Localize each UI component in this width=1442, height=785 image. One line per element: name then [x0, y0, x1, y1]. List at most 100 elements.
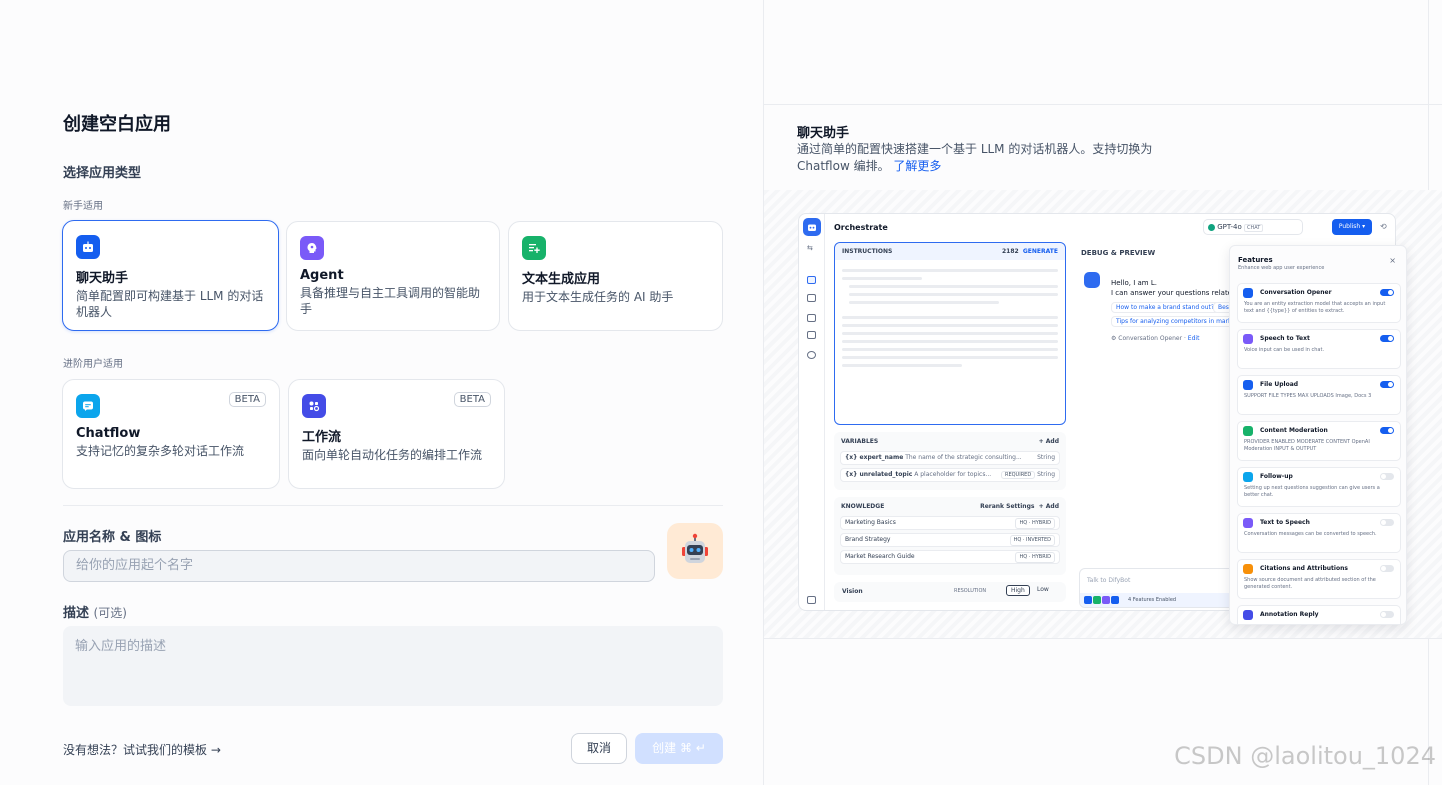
app-type-name: 工作流 [302, 430, 342, 445]
preview-description: 通过简单的配置快速搭建一个基于 LLM 的对话机器人。支持切换为 Chatflo… [797, 141, 1177, 175]
feature-desc: Setting up next questions suggestion can… [1244, 485, 1380, 498]
text-placeholder-line [849, 293, 1058, 296]
beginner-group-label: 新手适用 [63, 201, 103, 212]
knowledge-header: KNOWLEDGE Rerank Settings + Add [834, 497, 1066, 513]
feature-card-speech-to-text: Speech to Text Voice input can be used i… [1237, 329, 1401, 369]
feature-card-file-upload: File Upload SUPPORT FILE TYPES MAX UPLOA… [1237, 375, 1401, 415]
optional-hint: (可选) [93, 606, 127, 620]
knowledge-name: Marketing Basics [845, 519, 896, 526]
text-placeholder-line [849, 301, 999, 304]
knowledge-row: Brand Strategy HQ · INVERTED [840, 533, 1060, 547]
speaker-icon [1243, 518, 1253, 528]
beta-badge: BETA [453, 392, 491, 407]
app-type-desc: 用于文本生成任务的 AI 助手 [522, 290, 674, 304]
swap-icon: ⇆ [807, 244, 813, 252]
learn-more-link[interactable]: 了解更多 [893, 159, 941, 173]
debug-preview-title: DEBUG & PREVIEW [1081, 249, 1156, 257]
knowledge-tag: HQ · HYBRID [1015, 552, 1055, 563]
text-placeholder-line [842, 364, 962, 367]
preview-title: 聊天助手 [797, 126, 850, 141]
feature-card-content-moderation: Content Moderation PROVIDER ENABLED MODE… [1237, 421, 1401, 461]
feature-desc: PROVIDER ENABLED MODERATE CONTENT OpenAI… [1244, 439, 1370, 452]
feature-card-follow-up: Follow-up Setting up next questions sugg… [1237, 467, 1401, 507]
feature-desc: You are an entity extraction model that … [1244, 301, 1386, 314]
beta-badge: BETA [228, 392, 266, 407]
citation-icon [1243, 564, 1253, 574]
file-upload-icon [1243, 380, 1253, 390]
variables-label: VARIABLES [841, 438, 879, 445]
text-placeholder-line [842, 269, 1058, 272]
feature-toggle [1380, 611, 1394, 618]
feature-name: Follow-up [1260, 473, 1293, 480]
description-label: 描述 (可选) [63, 602, 127, 621]
feature-card-conversation-opener: Conversation Opener You are an entity ex… [1237, 283, 1401, 323]
preview-sidebar: ⇆ [799, 214, 825, 610]
knowledge-name: Brand Strategy [845, 536, 891, 543]
bot-avatar-icon [1084, 272, 1100, 288]
try-template-link[interactable]: 没有想法？试试我们的模板 → [63, 741, 221, 758]
app-type-card-text-generator[interactable]: 文本生成应用 用于文本生成任务的 AI 助手 [508, 221, 723, 331]
feature-toggle [1380, 565, 1394, 572]
description-input[interactable]: 输入应用的描述 [63, 626, 723, 706]
add-knowledge: + Add [1038, 503, 1059, 510]
suggested-question: Tips for analyzing competitors in market [1111, 316, 1243, 327]
chatflow-icon [76, 394, 100, 418]
knowledge-label: KNOWLEDGE [841, 503, 885, 510]
dify-bot-logo-icon [803, 218, 821, 236]
app-type-name: 文本生成应用 [522, 272, 601, 287]
suggested-question: How to make a brand stand out? [1111, 302, 1220, 313]
feature-name: File Upload [1260, 381, 1299, 388]
create-app-form: 创建空白应用 选择应用类型 新手适用 聊天助手 简单配置即可构建基于 LLM 的… [0, 0, 763, 785]
app-type-card-agent[interactable]: Agent 具备推理与自主工具调用的智能助手 [286, 221, 500, 331]
app-type-desc: 面向单轮自动化任务的编排工作流 [302, 448, 483, 462]
feature-dot [1102, 596, 1110, 604]
app-type-card-chatflow[interactable]: BETA Chatflow 支持记忆的复杂多轮对话工作流 [62, 379, 280, 489]
cancel-button[interactable]: 取消 [571, 733, 627, 764]
greeting-line: I can answer your questions related [1111, 289, 1237, 297]
text-placeholder-line [842, 332, 1058, 335]
feature-name: Content Moderation [1260, 427, 1328, 434]
opener-label: Conversation Opener [1118, 335, 1183, 342]
instructions-count: 2182 [1001, 248, 1019, 255]
variable-name: {x} unrelated_topic [845, 471, 913, 478]
chat-input: Talk to DifyBot 4 Features Enabled [1079, 568, 1239, 608]
app-type-desc: 具备推理与自主工具调用的智能助手 [300, 286, 481, 316]
instructions-label: INSTRUCTIONS [842, 248, 893, 255]
text-placeholder-line [842, 348, 1058, 351]
knowledge-tag: HQ · HYBRID [1015, 518, 1055, 529]
vision-panel: Vision RESOLUTION High Low [834, 582, 1066, 602]
watermark: CSDN @laolitou_1024 [1174, 742, 1436, 770]
robot-icon [682, 533, 708, 563]
openai-icon [1208, 223, 1215, 231]
feature-card-annotation-reply: Annotation Reply [1237, 605, 1401, 624]
grid-line [764, 638, 1442, 639]
opener-line: ⚙ Conversation Opener · Edit [1111, 335, 1200, 342]
feature-toggle [1380, 335, 1394, 342]
variable-desc: The name of the strategic consulting... [905, 454, 1022, 461]
annotation-icon [807, 331, 816, 339]
text-placeholder-line [842, 316, 1058, 319]
resolution-label: RESOLUTION [954, 588, 987, 594]
feature-name: Speech to Text [1260, 335, 1310, 342]
app-type-card-workflow[interactable]: BETA 工作流 面向单轮自动化任务的编排工作流 [288, 379, 505, 489]
feature-name: Conversation Opener [1260, 289, 1332, 296]
rerank-settings: Rerank Settings [980, 503, 1035, 510]
required-tag: REQUIRED [1000, 471, 1036, 479]
orchestrate-icon [807, 276, 816, 284]
app-name-input[interactable]: 给你的应用起个名字 [63, 550, 655, 582]
text-placeholder-line [849, 285, 1058, 288]
orchestrate-title: Orchestrate [834, 223, 888, 232]
feature-dot [1093, 596, 1101, 604]
knowledge-row: Market Research Guide HQ · HYBRID [840, 550, 1060, 564]
knowledge-panel: KNOWLEDGE Rerank Settings + Add Marketin… [834, 497, 1066, 575]
variable-desc: A placeholder for topics... [914, 471, 992, 478]
app-type-card-chat-assistant[interactable]: 聊天助手 简单配置即可构建基于 LLM 的对话机器人 [62, 220, 279, 331]
create-button[interactable]: 创建 ⌘ ↵ [635, 733, 723, 764]
resolution-high: High [1006, 585, 1030, 596]
app-icon-picker[interactable] [667, 523, 723, 579]
knowledge-name: Market Research Guide [845, 553, 915, 560]
publish-button: Publish ▾ [1332, 219, 1372, 235]
text-placeholder-line [842, 277, 922, 280]
bot-greeting: Hello, I am L. I can answer your questio… [1111, 278, 1236, 298]
model-name: GPT-4o [1217, 223, 1242, 231]
